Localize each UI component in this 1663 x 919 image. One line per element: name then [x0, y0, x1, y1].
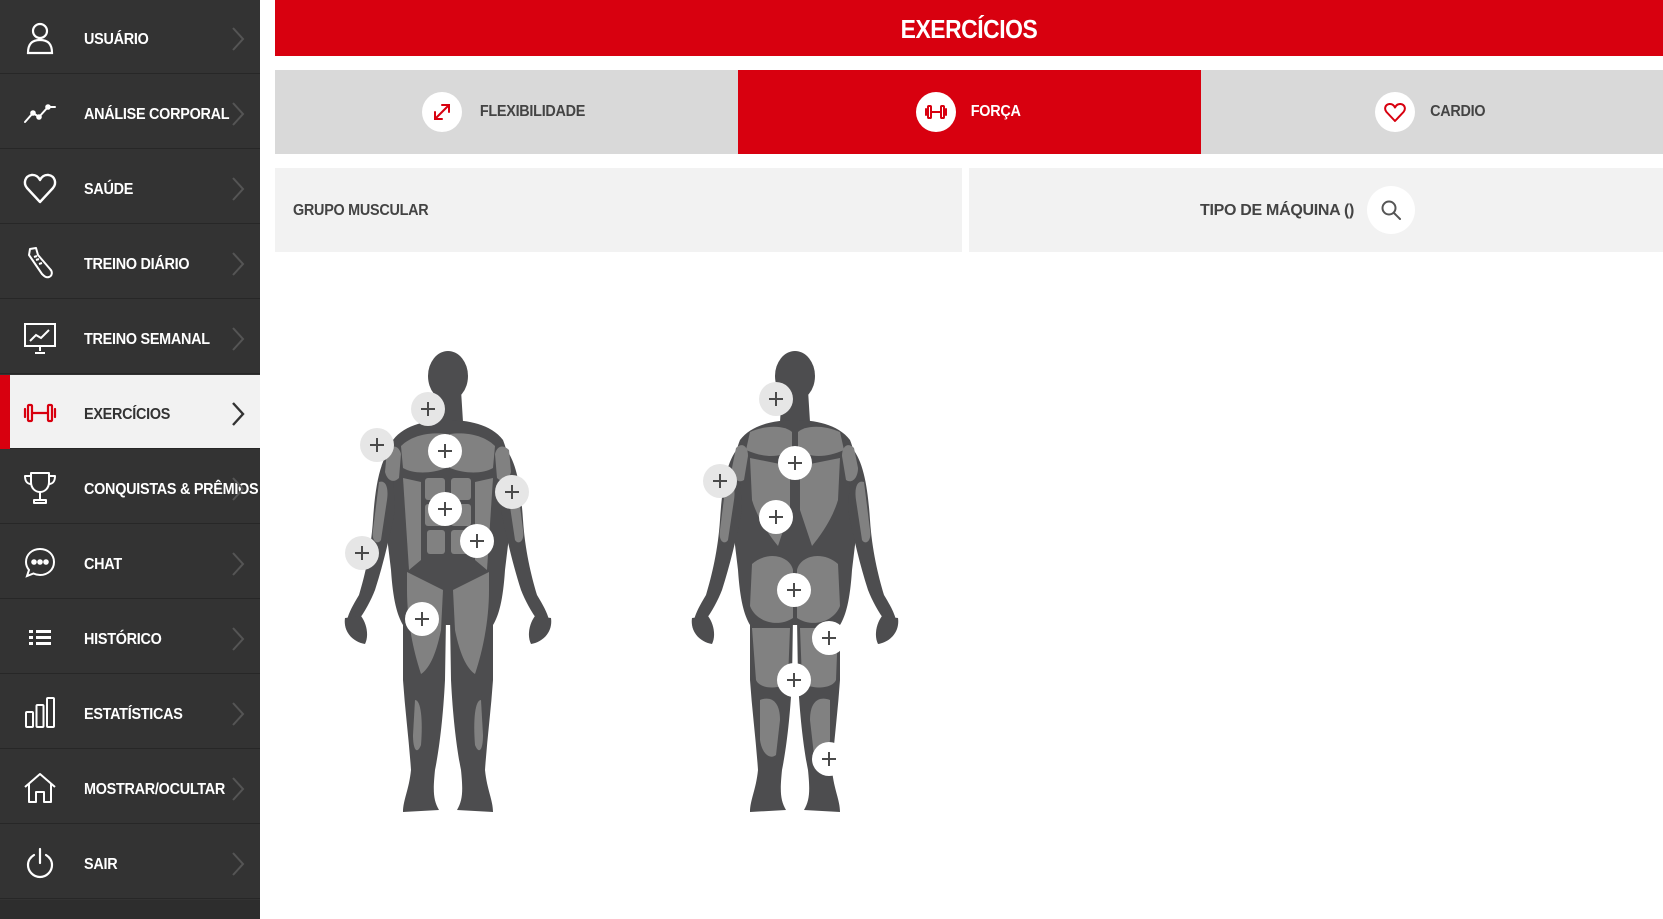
sidebar-item-label: SAÚDE: [84, 181, 134, 198]
bar-chart-icon: [22, 695, 58, 731]
home-icon: [22, 770, 58, 806]
sidebar-item-label: CHAT: [84, 556, 122, 573]
search-icon: [1381, 200, 1401, 220]
muscle-hotspot-biceps[interactable]: [495, 475, 529, 509]
presentation-board-icon: [22, 320, 58, 356]
sidebar-item-treino-diario[interactable]: TREINO DIÁRIO: [0, 225, 260, 299]
user-icon: [22, 20, 58, 56]
sidebar-item-conquistas[interactable]: CONQUISTAS & PRÊMIOS: [0, 450, 260, 524]
list-icon: [22, 620, 58, 656]
muscle-hotspot-triceps[interactable]: [703, 464, 737, 498]
chevron-right-icon: [230, 100, 246, 128]
chevron-right-icon: [230, 25, 246, 53]
sidebar-item-historico[interactable]: HISTÓRICO: [0, 600, 260, 674]
muscle-hotspot-chest[interactable]: [428, 434, 462, 468]
sidebar-item-label: SAIR: [84, 856, 118, 873]
tab-cardio[interactable]: CARDIO: [1201, 70, 1663, 154]
exercise-type-tabs: FLEXIBILIDADE FORÇA CARDIO: [275, 70, 1663, 154]
muscle-group-filter[interactable]: GRUPO MUSCULAR: [275, 168, 962, 252]
sidebar-item-label: HISTÓRICO: [84, 631, 162, 648]
machine-type-label: TIPO DE MÁQUINA (): [1200, 202, 1354, 219]
chevron-right-icon: [230, 325, 246, 353]
chevron-right-icon: [230, 700, 246, 728]
chevron-right-icon: [230, 400, 246, 428]
power-icon: [22, 845, 58, 881]
sidebar-item-label: TREINO DIÁRIO: [84, 256, 190, 273]
sidebar-item-label: MOSTRAR/OCULTAR: [84, 781, 226, 798]
muscle-hotspot-trapezius[interactable]: [759, 382, 793, 416]
sidebar-item-chat[interactable]: CHAT: [0, 525, 260, 599]
sidebar-footer: [0, 900, 260, 919]
tab-label: CARDIO: [1430, 103, 1486, 120]
muscle-hotspot-calves[interactable]: [812, 742, 846, 776]
body-front-illustration: [344, 351, 552, 812]
chevron-right-icon: [230, 625, 246, 653]
sidebar-item-label: TREINO SEMANAL: [84, 331, 210, 348]
search-button[interactable]: [1367, 186, 1415, 234]
muscle-hotspot-shoulder[interactable]: [360, 428, 394, 462]
muscle-hotspot-quadriceps[interactable]: [405, 602, 439, 636]
chat-bubble-icon: [22, 545, 58, 581]
dumbbell-icon: [22, 395, 58, 431]
sidebar-item-label: ESTATÍSTICAS: [84, 706, 183, 723]
sidebar-item-mostrar-ocultar[interactable]: MOSTRAR/OCULTAR: [0, 750, 260, 824]
muscle-group-label: GRUPO MUSCULAR: [293, 202, 429, 219]
dumbbell-icon: [915, 92, 956, 132]
sidebar-item-label: USUÁRIO: [84, 31, 149, 48]
sidebar-item-analise-corporal[interactable]: ANÁLISE CORPORAL: [0, 75, 260, 149]
sidebar-item-label: ANÁLISE CORPORAL: [84, 106, 230, 123]
muscle-hotspot-forearm[interactable]: [345, 536, 379, 570]
sidebar-item-estatisticas[interactable]: ESTATÍSTICAS: [0, 675, 260, 749]
tab-label: FLEXIBILIDADE: [479, 103, 586, 120]
expand-arrows-icon: [422, 92, 462, 132]
sidebar-item-exercicios[interactable]: EXERCÍCIOS: [0, 375, 260, 449]
chevron-right-icon: [230, 775, 246, 803]
body-front-figure: [343, 350, 553, 825]
sneaker-icon: [22, 245, 58, 281]
muscle-hotspot-neck[interactable]: [411, 392, 445, 426]
muscle-hotspot-abdominals[interactable]: [428, 492, 462, 526]
chevron-right-icon: [230, 850, 246, 878]
heart-icon: [22, 170, 58, 206]
chevron-right-icon: [230, 250, 246, 278]
sidebar-item-treino-semanal[interactable]: TREINO SEMANAL: [0, 300, 260, 374]
page-title: EXERCÍCIOS: [900, 14, 1038, 44]
muscle-hotspot-hamstrings[interactable]: [777, 663, 811, 697]
trend-line-icon: [22, 95, 58, 131]
chevron-right-icon: [230, 175, 246, 203]
page-header: EXERCÍCIOS: [275, 0, 1663, 56]
muscle-hotspot-obliques[interactable]: [460, 524, 494, 558]
muscle-hotspot-glutes[interactable]: [777, 573, 811, 607]
tab-flexibilidade[interactable]: FLEXIBILIDADE: [275, 70, 738, 154]
heart-icon: [1375, 92, 1416, 132]
trophy-icon: [22, 470, 58, 506]
sidebar-item-sair[interactable]: SAIR: [0, 825, 260, 899]
muscle-hotspot-hamstrings-outer[interactable]: [812, 621, 846, 655]
machine-type-filter[interactable]: TIPO DE MÁQUINA (): [969, 168, 1663, 252]
muscle-hotspot-upper-back[interactable]: [778, 446, 812, 480]
sidebar-item-saude[interactable]: SAÚDE: [0, 150, 260, 224]
chevron-right-icon: [230, 475, 246, 503]
chevron-right-icon: [230, 550, 246, 578]
sidebar-item-usuario[interactable]: USUÁRIO: [0, 0, 260, 74]
muscle-hotspot-lats[interactable]: [759, 500, 793, 534]
tab-forca[interactable]: FORÇA: [738, 70, 1201, 154]
sidebar: USUÁRIO ANÁLISE CORPORAL SAÚDE TREINO DI…: [0, 0, 260, 919]
sidebar-item-label: EXERCÍCIOS: [84, 406, 171, 423]
tab-label: FORÇA: [970, 103, 1021, 120]
